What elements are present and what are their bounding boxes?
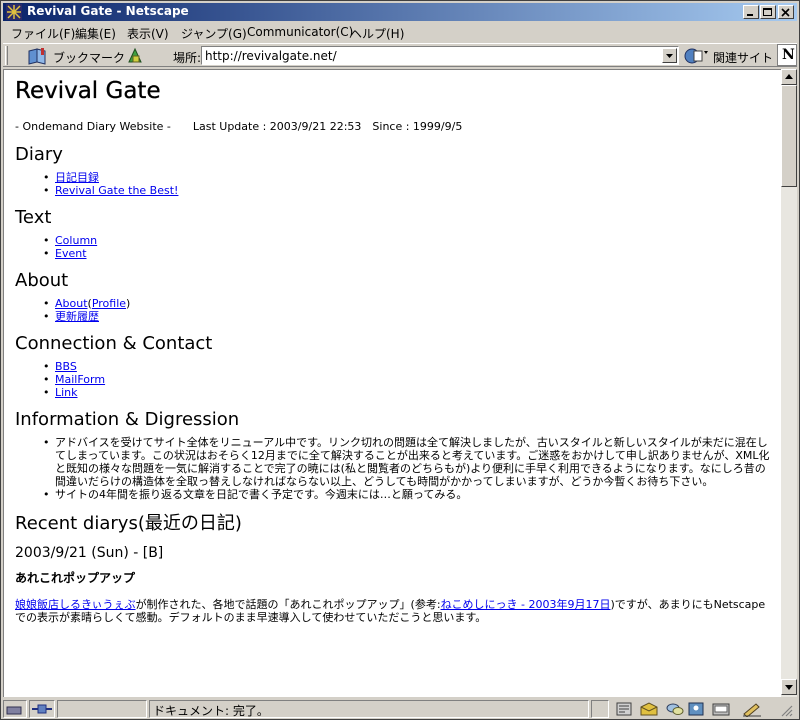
browser-window: Revival Gate - Netscape ファイル(F) 編集(E) 表示… xyxy=(0,0,800,720)
navigator-icon[interactable] xyxy=(615,701,633,717)
related-sites-icon[interactable] xyxy=(683,47,709,65)
url-text: http://revivalgate.net/ xyxy=(205,49,337,63)
page-content[interactable]: Revival Gate - Ondemand Diary Website - … xyxy=(3,69,781,697)
link-event[interactable]: Event xyxy=(55,247,87,260)
list-item: MailForm xyxy=(43,373,770,386)
url-dropdown-button[interactable] xyxy=(662,48,677,63)
section-heading-text: Text xyxy=(15,207,52,228)
info-item: アドバイスを受けてサイト全体をリニューアル中です。リンク切れの問題は全て解決しま… xyxy=(43,436,770,488)
page-title: Revival Gate xyxy=(15,78,161,104)
page-subtitle: - Ondemand Diary Website - Last Update :… xyxy=(15,120,463,133)
address-book-icon[interactable] xyxy=(687,701,707,717)
chevron-down-icon xyxy=(666,54,673,58)
toolbar-grip[interactable] xyxy=(5,46,8,65)
entry-body: 娘娘飯店しるきぃうぇぶが制作された、各地で話題の「あれこれポップアップ」(参考:… xyxy=(15,598,770,624)
netscape-app-icon xyxy=(6,4,22,20)
text-links: Column Event xyxy=(43,234,770,260)
scroll-thumb[interactable] xyxy=(781,85,797,187)
status-bar: ドキュメント: 完了。 xyxy=(3,699,797,719)
edit-pencil-icon[interactable] xyxy=(741,701,763,717)
minimize-button[interactable] xyxy=(743,5,759,19)
composer-icon[interactable] xyxy=(711,701,731,717)
diary-date: 2003/9/21 (Sun) - [B] xyxy=(15,545,164,561)
menu-communicator[interactable]: Communicator(C) xyxy=(247,25,353,39)
section-heading-recent: Recent diarys(最近の日記) xyxy=(15,513,242,534)
progress-cell xyxy=(57,700,147,718)
maximize-button[interactable] xyxy=(760,5,776,19)
link-column[interactable]: Column xyxy=(55,234,97,247)
list-item: Link xyxy=(43,386,770,399)
title-bar[interactable]: Revival Gate - Netscape xyxy=(3,3,797,21)
status-grip-cell xyxy=(591,700,609,718)
entry-link-silkyweb[interactable]: 娘娘飯店しるきぃうぇぶ xyxy=(15,598,136,611)
netscape-logo[interactable]: N xyxy=(777,44,797,66)
bookmark-icon[interactable] xyxy=(27,47,49,65)
entry-text-1: が制作された、各地で話題の「あれこれポップアップ」(参考: xyxy=(135,598,441,611)
section-heading-info: Information & Digression xyxy=(15,409,240,430)
close-button[interactable] xyxy=(778,5,794,19)
section-heading-contact: Connection & Contact xyxy=(15,333,213,354)
link-best[interactable]: Revival Gate the Best! xyxy=(55,184,178,197)
list-item: Revival Gate the Best! xyxy=(43,184,770,197)
page-proxy-icon[interactable] xyxy=(126,47,144,65)
security-cell[interactable] xyxy=(3,700,27,718)
contact-links: BBS MailForm Link xyxy=(43,360,770,399)
resize-grip-icon[interactable] xyxy=(779,703,793,717)
newsgroup-icon[interactable] xyxy=(665,701,685,717)
list-item: 更新履歴 xyxy=(43,310,770,323)
link-bbs[interactable]: BBS xyxy=(55,360,77,373)
info-list: アドバイスを受けてサイト全体をリニューアル中です。リンク切れの問題は全て解決しま… xyxy=(43,436,770,501)
section-heading-about: About xyxy=(15,270,69,291)
info-item: サイトの4年間を振り返る文章を日記で書く予定です。今週末には…と願ってみる。 xyxy=(43,488,770,501)
vertical-scrollbar[interactable] xyxy=(781,69,797,697)
diary-links: 日記目録 Revival Gate the Best! xyxy=(43,171,770,197)
status-text: ドキュメント: 完了。 xyxy=(153,704,269,718)
menu-file[interactable]: ファイル(F) xyxy=(11,25,75,42)
link-mailform[interactable]: MailForm xyxy=(55,373,105,386)
menu-help[interactable]: ヘルプ(H) xyxy=(350,25,404,42)
list-item: Column xyxy=(43,234,770,247)
about-links: About(Profile) 更新履歴 xyxy=(43,297,770,323)
chevron-down-icon xyxy=(785,685,793,690)
menu-view[interactable]: 表示(V) xyxy=(127,25,169,42)
link-profile[interactable]: Profile xyxy=(92,297,126,310)
connection-cell[interactable] xyxy=(29,700,55,718)
bookmarks-label[interactable]: ブックマーク xyxy=(53,49,125,66)
list-item: About(Profile) xyxy=(43,297,770,310)
minimize-icon xyxy=(747,14,753,16)
link-about[interactable]: About xyxy=(55,297,88,310)
menu-edit[interactable]: 編集(E) xyxy=(75,25,116,42)
chevron-up-icon xyxy=(785,74,793,79)
entry-title: あれこれポップアップ xyxy=(15,571,136,585)
mail-icon[interactable] xyxy=(639,701,659,717)
list-item: 日記目録 xyxy=(43,171,770,184)
location-toolbar: ブックマーク 場所: http://revivalgate.net/ 関連サイト… xyxy=(3,43,797,67)
menu-bar: ファイル(F) 編集(E) 表示(V) ジャンプ(G) Communicator… xyxy=(3,22,797,42)
scroll-up-button[interactable] xyxy=(781,69,797,85)
link-link[interactable]: Link xyxy=(55,386,78,399)
related-sites-label[interactable]: 関連サイト xyxy=(713,49,773,66)
scroll-down-button[interactable] xyxy=(781,679,797,695)
menu-go[interactable]: ジャンプ(G) xyxy=(181,25,247,42)
list-item: BBS xyxy=(43,360,770,373)
link-diary-index[interactable]: 日記目録 xyxy=(55,171,99,184)
url-input[interactable]: http://revivalgate.net/ xyxy=(201,46,679,65)
list-item: Event xyxy=(43,247,770,260)
link-update-history[interactable]: 更新履歴 xyxy=(55,310,99,323)
connection-icon xyxy=(32,704,52,714)
maximize-icon xyxy=(763,8,772,16)
location-label: 場所: xyxy=(173,51,202,65)
close-icon xyxy=(781,8,790,17)
netscape-logo-letter: N xyxy=(782,47,795,63)
window-title: Revival Gate - Netscape xyxy=(27,4,189,18)
section-heading-diary: Diary xyxy=(15,144,63,165)
entry-link-nekomeshi[interactable]: ねこめしにっき - 2003年9月17日 xyxy=(441,598,611,611)
security-icon xyxy=(6,706,22,715)
